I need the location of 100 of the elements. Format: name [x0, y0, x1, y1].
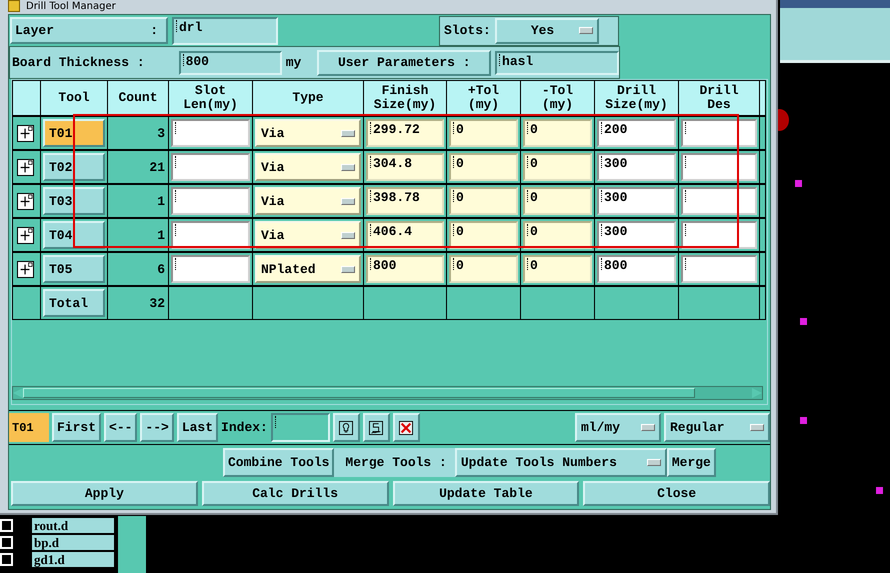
merge-option-dropdown[interactable]: Update Tools Numbers [454, 448, 667, 477]
drill-size-field[interactable]: 300 [597, 221, 676, 249]
expand-icon[interactable] [17, 260, 34, 278]
plus-tolerance-field[interactable]: 0 [449, 187, 518, 215]
slot-length-field[interactable] [171, 221, 250, 249]
drill-des-field[interactable] [681, 153, 757, 181]
expand-icon[interactable] [17, 158, 34, 176]
count-text: 32 [149, 296, 166, 310]
finish-size-field[interactable]: 304.8 [366, 153, 444, 181]
plus-tolerance-field[interactable]: 0 [449, 221, 518, 249]
slots-label: Slots: [444, 23, 491, 38]
plus-tolerance-field[interactable]: 0 [449, 119, 518, 147]
plus-tolerance-field[interactable]: 0 [449, 255, 518, 283]
dropdown-icon [341, 198, 355, 204]
count-text: 1 [157, 194, 166, 208]
type-dropdown[interactable]: Via [255, 119, 361, 147]
merge-button[interactable]: Merge [666, 448, 716, 477]
drill-size-field[interactable]: 300 [597, 187, 676, 215]
action-button[interactable]: Update Table [392, 481, 580, 506]
wave-icon[interactable] [362, 413, 390, 442]
combine-tools-button[interactable]: Combine Tools [223, 448, 334, 477]
slot-length-field[interactable] [171, 187, 250, 215]
nav-button[interactable]: Last [176, 413, 218, 442]
minus-tolerance-field[interactable]: 0 [523, 255, 592, 283]
header-cell [760, 81, 765, 115]
minus-tolerance-field[interactable]: 0 [523, 187, 592, 215]
expand-icon[interactable] [17, 124, 34, 142]
layer-name[interactable]: bp.d [32, 535, 114, 550]
column-header: Drill Size(my) [595, 81, 678, 115]
tool-button[interactable]: T01 [43, 119, 105, 147]
count-text: 1 [157, 228, 166, 242]
type-dropdown[interactable]: Via [255, 153, 361, 181]
column-header: Tool [41, 81, 107, 115]
board-thickness-label: Board Thickness : [12, 55, 146, 70]
action-button[interactable]: Close [583, 481, 770, 506]
dropdown-icon [341, 232, 355, 238]
checkbox[interactable] [0, 553, 13, 566]
type-dropdown[interactable]: Via [255, 187, 361, 215]
dropdown-icon [341, 266, 355, 272]
mode-dropdown[interactable]: Regular [664, 413, 770, 442]
dropdown-icon [578, 27, 593, 34]
layer-label: Layer : [10, 17, 168, 44]
type-dropdown[interactable]: Via [255, 221, 361, 249]
layer-name[interactable]: gd1.d [32, 552, 114, 567]
total-button[interactable]: Total [43, 289, 105, 317]
column-header: Count [108, 81, 168, 115]
drill-des-field[interactable] [681, 119, 757, 147]
count-text: 6 [157, 262, 166, 276]
drill-des-field[interactable] [681, 187, 757, 215]
slots-dropdown[interactable]: Yes [494, 18, 599, 44]
finish-size-field[interactable]: 398.78 [366, 187, 444, 215]
expand-icon[interactable] [17, 192, 34, 210]
drill-size-field[interactable]: 300 [597, 153, 676, 181]
action-button[interactable]: Calc Drills [202, 481, 388, 506]
nav-button[interactable]: <-- [104, 413, 138, 442]
minus-tolerance-field[interactable]: 0 [523, 119, 592, 147]
column-header: +Tol (my) [447, 81, 520, 115]
units-dropdown[interactable]: ml/my [575, 413, 661, 442]
nav-button[interactable]: --> [140, 413, 174, 442]
minus-tolerance-field[interactable]: 0 [523, 153, 592, 181]
drill-size-field[interactable]: 200 [597, 119, 676, 147]
nav-button[interactable]: First [52, 413, 102, 442]
expand-icon[interactable] [17, 226, 34, 244]
drill-des-field[interactable] [681, 255, 757, 283]
thickness-field[interactable]: 800 [178, 50, 282, 74]
user-parameters-button[interactable]: User Parameters : [317, 50, 492, 76]
finish-size-field[interactable]: 299.72 [366, 119, 444, 147]
type-dropdown[interactable]: NPlated [255, 255, 361, 283]
count-text: 21 [149, 160, 166, 174]
tool-button[interactable]: T02 [43, 153, 105, 181]
bulb-icon[interactable] [332, 413, 360, 442]
checkbox[interactable] [0, 519, 13, 532]
dropdown-icon [646, 459, 661, 466]
layer-field[interactable]: drl [172, 16, 278, 44]
app-icon [8, 0, 20, 12]
current-tool-label: T01 [9, 413, 49, 442]
scroll-thumb[interactable] [23, 388, 695, 398]
drill-des-field[interactable] [681, 221, 757, 249]
merge-tools-label: Merge Tools : [334, 448, 455, 477]
slot-length-field[interactable] [171, 119, 250, 147]
layer-name[interactable]: rout.d [32, 518, 114, 533]
horizontal-scrollbar[interactable] [12, 386, 763, 400]
tool-button[interactable]: T04 [43, 221, 105, 249]
action-button[interactable]: Apply [11, 481, 198, 506]
user-parameters-field[interactable]: hasl [495, 50, 619, 74]
finish-size-field[interactable]: 800 [366, 255, 444, 283]
minus-tolerance-field[interactable]: 0 [523, 221, 592, 249]
delete-icon[interactable] [392, 413, 420, 442]
index-field[interactable] [270, 413, 330, 442]
column-header: Drill Des [679, 81, 759, 115]
drill-size-field[interactable]: 800 [597, 255, 676, 283]
index-label: Index: [221, 419, 268, 437]
slot-length-field[interactable] [171, 255, 250, 283]
tool-button[interactable]: T05 [43, 255, 105, 283]
tool-button[interactable]: T03 [43, 187, 105, 215]
finish-size-field[interactable]: 406.4 [366, 221, 444, 249]
plus-tolerance-field[interactable]: 0 [449, 153, 518, 181]
checkbox[interactable] [0, 536, 13, 549]
slot-length-field[interactable] [171, 153, 250, 181]
header-cell [13, 81, 40, 115]
